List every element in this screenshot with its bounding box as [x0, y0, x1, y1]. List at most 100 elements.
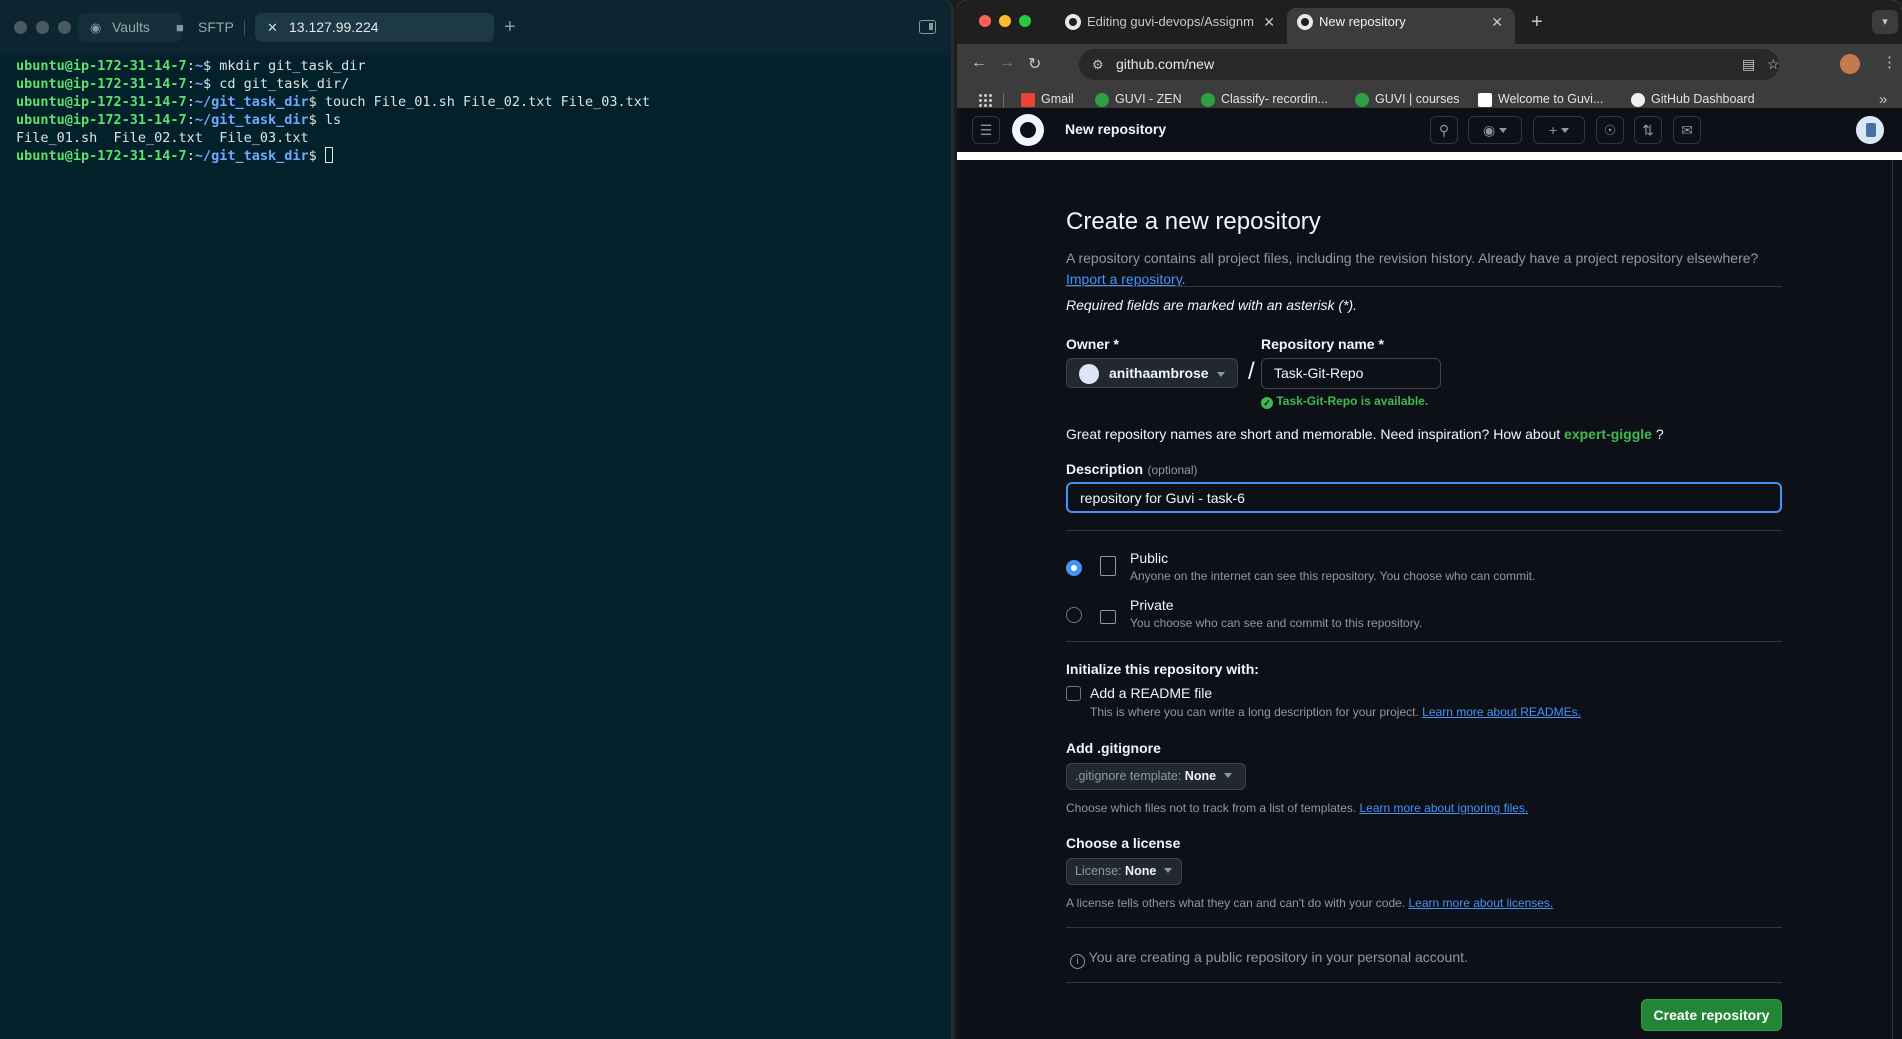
- terminal-window: ◉ Vaults ■ SFTP ✕ 13.127.99.224 + ubuntu…: [0, 0, 954, 1039]
- tab-host-label: 13.127.99.224: [289, 19, 379, 35]
- guvi-icon: [1095, 93, 1109, 107]
- divider: [1066, 641, 1782, 642]
- more-vert-icon[interactable]: ⋮: [1882, 53, 1897, 71]
- initialize-label: Initialize this repository with:: [1066, 661, 1259, 677]
- terminal-tab-bar: ◉ Vaults ■ SFTP ✕ 13.127.99.224 +: [0, 0, 951, 55]
- scrollbar[interactable]: [1892, 160, 1902, 1039]
- check-circle-icon: ✓: [1261, 397, 1273, 409]
- terminal-line: ubuntu@ip-172-31-14-7:~/git_task_dir$: [16, 147, 935, 165]
- profile-avatar[interactable]: [1840, 54, 1860, 74]
- tab-ssh-host[interactable]: ✕ 13.127.99.224: [255, 13, 494, 42]
- github-favicon-icon: [1065, 14, 1081, 30]
- divider: [1066, 927, 1782, 928]
- readme-learn-more-link[interactable]: Learn more about READMEs.: [1422, 705, 1581, 719]
- gmail-icon: [1021, 93, 1035, 107]
- suggested-name-link[interactable]: expert-giggle: [1564, 426, 1652, 442]
- header-title: New repository: [1065, 121, 1167, 137]
- import-repository-link[interactable]: Import a repository: [1066, 271, 1182, 287]
- browser-toolbar: ← → ↻ ⚙ github.com/new ▤ ☆ ⋮: [957, 44, 1902, 85]
- window-zoom-dot[interactable]: [58, 21, 71, 34]
- page-title: Create a new repository: [1066, 208, 1321, 235]
- gitignore-template-dropdown[interactable]: .gitignore template: None: [1066, 763, 1246, 790]
- terminal-line: ubuntu@ip-172-31-14-7:~$ mkdir git_task_…: [16, 58, 366, 74]
- tab-search-chevron-icon[interactable]: ▾: [1872, 10, 1898, 34]
- create-new-plus-icon[interactable]: +: [1533, 116, 1585, 144]
- terminal-output[interactable]: ubuntu@ip-172-31-14-7:~$ mkdir git_task_…: [0, 55, 951, 167]
- terminal-line: ubuntu@ip-172-31-14-7:~$ cd git_task_dir…: [16, 76, 350, 92]
- tab-sftp[interactable]: ■ SFTP: [164, 13, 244, 42]
- repo-name-label: Repository name *: [1261, 336, 1384, 352]
- license-dropdown[interactable]: License: None: [1066, 858, 1182, 885]
- browser-window: Editing guvi-devops/Assignm ✕ New reposi…: [957, 0, 1902, 1039]
- terminal-cursor: [324, 147, 333, 163]
- create-repository-button[interactable]: Create repository: [1641, 999, 1782, 1031]
- tab-divider: [244, 20, 245, 36]
- search-icon[interactable]: ⚲: [1430, 116, 1458, 144]
- private-label: Private: [1130, 597, 1174, 613]
- apps-grid-icon[interactable]: [978, 93, 992, 107]
- address-bar[interactable]: ⚙ github.com/new ▤ ☆: [1079, 49, 1780, 80]
- private-description: You choose who can see and commit to thi…: [1130, 616, 1423, 630]
- reload-icon[interactable]: ↻: [1028, 54, 1041, 74]
- new-tab-plus-icon[interactable]: +: [504, 13, 516, 42]
- install-app-icon[interactable]: ▤: [1742, 49, 1755, 80]
- intro-text: A repository contains all project files,…: [1066, 250, 1759, 287]
- repo-icon: [1100, 556, 1116, 576]
- github-header: ☰ New repository ⚲ ◉ + ☉ ⇅ ✉: [957, 108, 1902, 152]
- issues-icon[interactable]: ☉: [1596, 116, 1624, 144]
- browser-tab-new-repository[interactable]: New repository ✕: [1287, 8, 1515, 44]
- required-note: Required fields are marked with an aster…: [1066, 297, 1358, 313]
- browser-tab-editing[interactable]: Editing guvi-devops/Assignm ✕: [1055, 8, 1287, 44]
- owner-dropdown[interactable]: anithaambrose: [1066, 358, 1238, 388]
- info-icon: i: [1070, 954, 1085, 969]
- site-settings-icon[interactable]: ⚙: [1092, 49, 1104, 80]
- owner-avatar: [1079, 364, 1099, 384]
- new-tab-plus-icon[interactable]: +: [1531, 8, 1543, 36]
- chevron-down-icon: [1223, 773, 1232, 778]
- public-radio[interactable]: [1066, 560, 1082, 576]
- bookmark-star-icon[interactable]: ☆: [1767, 49, 1780, 80]
- terminal-output-line: File_01.sh File_02.txt File_03.txt: [16, 130, 309, 146]
- close-icon[interactable]: ✕: [267, 13, 278, 42]
- github-logo-icon[interactable]: [1012, 114, 1044, 146]
- pull-requests-icon[interactable]: ⇅: [1634, 116, 1662, 144]
- window-close-dot[interactable]: [14, 21, 27, 34]
- close-tab-icon[interactable]: ✕: [1491, 8, 1503, 36]
- gitignore-label: Add .gitignore: [1066, 740, 1161, 756]
- zoom-window-dot[interactable]: [1019, 15, 1031, 27]
- description-label: Description (optional): [1066, 461, 1198, 477]
- license-label: Choose a license: [1066, 835, 1181, 851]
- copilot-icon[interactable]: ◉: [1468, 116, 1522, 144]
- readme-label: Add a README file: [1090, 685, 1213, 701]
- close-window-dot[interactable]: [979, 15, 991, 27]
- readme-checkbox[interactable]: [1066, 686, 1081, 701]
- description-input[interactable]: repository for Guvi - task-6: [1066, 482, 1782, 513]
- browser-tab-title: Editing guvi-devops/Assignm: [1087, 14, 1254, 29]
- inbox-icon[interactable]: ✉: [1673, 116, 1701, 144]
- license-learn-more-link[interactable]: Learn more about licenses.: [1409, 896, 1554, 910]
- address-bar-url: github.com/new: [1116, 56, 1215, 72]
- chevron-down-icon: [1217, 372, 1225, 377]
- license-description: A license tells others what they can and…: [1066, 896, 1554, 910]
- window-minimize-dot[interactable]: [36, 21, 49, 34]
- back-arrow-icon[interactable]: ←: [971, 54, 987, 72]
- repository-name-input[interactable]: Task-Git-Repo: [1261, 358, 1441, 389]
- gitignore-description: Choose which files not to track from a l…: [1066, 801, 1529, 815]
- public-notice: i You are creating a public repository i…: [1070, 949, 1468, 969]
- folder-icon: ■: [176, 20, 184, 35]
- private-radio[interactable]: [1066, 607, 1082, 623]
- guvi-icon: [1201, 93, 1215, 107]
- hamburger-menu-icon[interactable]: ☰: [972, 116, 1000, 144]
- owner-repo-separator: /: [1248, 358, 1255, 385]
- public-label: Public: [1130, 550, 1169, 566]
- forward-arrow-icon[interactable]: →: [999, 54, 1015, 72]
- bookmarks-divider: [1003, 93, 1004, 108]
- sidebar-toggle-icon[interactable]: [919, 20, 936, 34]
- close-tab-icon[interactable]: ✕: [1263, 8, 1275, 36]
- minimize-window-dot[interactable]: [999, 15, 1011, 27]
- user-avatar[interactable]: [1854, 114, 1886, 146]
- divider: [1066, 530, 1782, 531]
- github-favicon-icon: [1297, 14, 1313, 30]
- inspiration-text: Great repository names are short and mem…: [1066, 426, 1664, 442]
- gitignore-learn-more-link[interactable]: Learn more about ignoring files.: [1359, 801, 1528, 815]
